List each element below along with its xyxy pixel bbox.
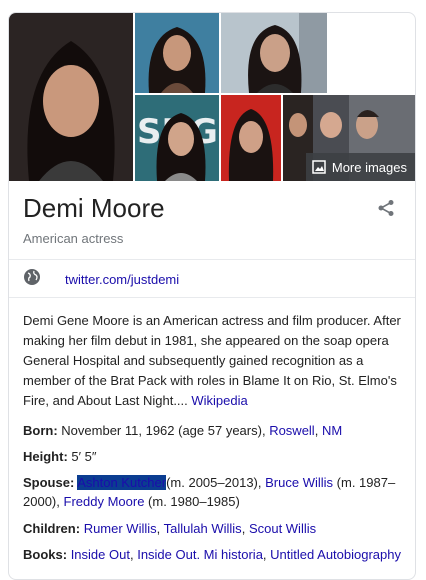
height-value: 5′ 5″ [71, 449, 97, 464]
gallery-image-2[interactable] [221, 13, 327, 93]
more-images-button[interactable]: More images [305, 153, 415, 181]
fact-label: Children: [23, 521, 81, 536]
globe-icon [23, 268, 41, 291]
fact-spouse: Spouse: Ashton Kutcher(m. 2005–2013), Br… [23, 473, 405, 511]
gallery-image-4[interactable] [221, 95, 281, 181]
image-collage: SNG [9, 13, 415, 181]
entity-name: Demi Moore [23, 193, 165, 223]
spouse-link-freddy-moore[interactable]: Freddy Moore [64, 494, 145, 509]
separator: , [241, 521, 246, 536]
fact-children: Children: Rumer Willis, Tallulah Willis,… [23, 519, 405, 538]
fact-label: Spouse: [23, 475, 75, 490]
child-link-rumer-willis[interactable]: Rumer Willis [84, 521, 157, 536]
entity-header: Demi Moore American actress [23, 191, 401, 246]
separator: , [156, 521, 161, 536]
main-portrait-image[interactable] [9, 13, 133, 181]
fact-label: Books: [23, 547, 68, 562]
divider [9, 297, 415, 298]
birth-date: November 11, 1962 (age 57 years), [61, 423, 266, 438]
spouse-link-bruce-willis[interactable]: Bruce Willis [265, 475, 333, 490]
birthplace-state-link[interactable]: NM [322, 423, 342, 438]
fact-label: Height: [23, 449, 68, 464]
image-icon [312, 160, 326, 174]
gallery-image-1[interactable] [135, 13, 219, 93]
fact-books: Books: Inside Out, Inside Out. Mi histor… [23, 545, 405, 564]
entity-description: Demi Gene Moore is an American actress a… [23, 311, 403, 411]
book-link-untitled-autobiography[interactable]: Untitled Autobiography [270, 547, 401, 562]
book-link-inside-out[interactable]: Inside Out [71, 547, 130, 562]
divider [9, 259, 415, 260]
gallery-image-3[interactable]: SNG [135, 95, 219, 181]
gallery-image-5[interactable]: More images [283, 95, 415, 181]
book-link-inside-out-mi-historia[interactable]: Inside Out. Mi historia [137, 547, 263, 562]
separator: , [129, 547, 134, 562]
share-icon[interactable] [377, 199, 395, 217]
fact-height: Height: 5′ 5″ [23, 447, 405, 466]
child-link-scout-willis[interactable]: Scout Willis [249, 521, 316, 536]
birthplace-city-link[interactable]: Roswell [269, 423, 315, 438]
child-link-tallulah-willis[interactable]: Tallulah Willis [164, 521, 242, 536]
more-images-label: More images [331, 159, 407, 175]
separator: , [262, 547, 267, 562]
wikipedia-link[interactable]: Wikipedia [191, 393, 247, 408]
entity-subtitle: American actress [23, 231, 124, 246]
fact-born: Born: November 11, 1962 (age 57 years), … [23, 421, 405, 440]
knowledge-panel: SNG [8, 12, 416, 580]
spouse-years: (m. 2005–2013), [166, 475, 262, 490]
social-profile-row: twitter.com/justdemi [23, 268, 179, 291]
twitter-link[interactable]: twitter.com/justdemi [65, 272, 179, 287]
spouse-link-ashton-kutcher[interactable]: Ashton Kutcher [77, 475, 167, 490]
separator: , [314, 423, 319, 438]
fact-label: Born: [23, 423, 58, 438]
spouse-years: (m. 1980–1985) [148, 494, 240, 509]
